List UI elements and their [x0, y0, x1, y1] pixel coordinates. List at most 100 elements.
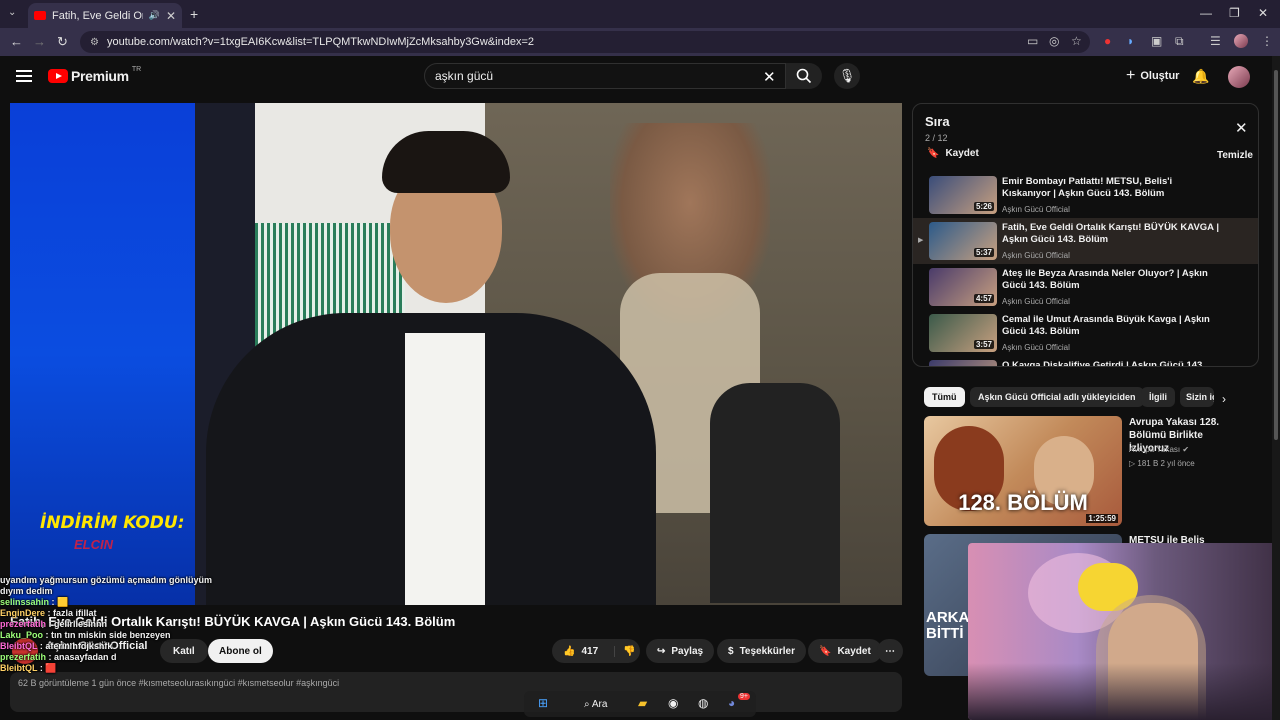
new-tab-icon[interactable]: + — [190, 6, 198, 22]
chat-username: prezerfatih — [0, 619, 47, 629]
queue-item-channel[interactable]: Aşkın Gücü Official — [1002, 343, 1070, 352]
queue-item[interactable]: 3:57 Cemal ile Umut Arasında Büyük Kavga … — [913, 310, 1258, 356]
filter-chip[interactable]: İlgili — [1141, 387, 1175, 407]
site-info-icon[interactable]: ⚙ — [90, 37, 99, 48]
rec-channel[interactable]: Avrupa Yakası ✔ — [1129, 445, 1189, 454]
queue-thumbnail[interactable]: 5:37 — [929, 222, 997, 260]
search-input[interactable]: aşkın gücü — [424, 63, 786, 89]
tab-search-icon[interactable]: ⌄ — [8, 7, 16, 18]
url-text: youtube.com/watch?v=1txgEAI6Kcw&list=TLP… — [106, 36, 534, 48]
queue-item-title[interactable]: O Kavga Diskalifiye Getirdi | Aşkın Gücü… — [1002, 360, 1222, 366]
share-icon: ↪ — [657, 645, 666, 657]
queue-clear-button[interactable]: Temizle — [1217, 150, 1253, 161]
reload-icon[interactable]: ↻ — [57, 34, 68, 50]
queue-item[interactable]: 5:26 Emir Bombayı Patlattı! METSU, Belis'… — [913, 172, 1258, 218]
video-player[interactable]: İNDİRİM KODU: ELCIN — [10, 103, 902, 605]
share-button[interactable]: ↪ Paylaş — [646, 639, 715, 663]
eye-off-icon[interactable]: ◎ — [1049, 34, 1059, 48]
audio-playing-icon[interactable]: 🔊 — [149, 10, 160, 21]
address-bar[interactable]: ⚙ youtube.com/watch?v=1txgEAI6Kcw&list=T… — [80, 31, 1090, 53]
search-button[interactable] — [786, 63, 822, 89]
voice-search-button[interactable]: 🎙 — [834, 63, 860, 89]
account-avatar[interactable] — [1228, 66, 1250, 88]
like-count[interactable]: 417 — [581, 646, 598, 657]
clear-search-icon[interactable]: ✕ — [763, 68, 776, 86]
queue-close-icon[interactable]: ✕ — [1235, 119, 1248, 137]
chat-message: prezerfatih : anasayfadan d — [0, 652, 420, 663]
reading-list-icon[interactable]: ☰ — [1210, 34, 1221, 48]
chat-message: dıyım dedim — [0, 586, 420, 597]
queue-duration: 5:37 — [973, 248, 994, 257]
close-tab-icon[interactable]: ✕ — [166, 9, 176, 23]
queue-thumbnail[interactable] — [929, 360, 997, 366]
back-icon[interactable]: ← — [10, 34, 23, 49]
minimize-icon[interactable]: — — [1200, 6, 1212, 20]
queue-item-title[interactable]: Ateş ile Beyza Arasında Neler Oluyor? | … — [1002, 268, 1222, 292]
scrollbar-thumb[interactable] — [1274, 70, 1278, 440]
chrome-icon[interactable]: ◉ — [668, 696, 678, 710]
dislike-icon[interactable]: 👎 — [614, 645, 636, 657]
rec-thumbnail[interactable]: 128. BÖLÜM 1:25:59 — [924, 416, 1122, 526]
save-button[interactable]: 🔖 Kaydet — [808, 639, 882, 663]
queue-thumbnail[interactable]: 3:57 — [929, 314, 997, 352]
extensions-puzzle-icon[interactable]: ⧉ — [1175, 34, 1184, 49]
hamburger-menu-icon[interactable] — [16, 70, 32, 82]
create-button[interactable]: + Oluştur — [1118, 64, 1187, 88]
discord-icon[interactable]: ◕ — [728, 696, 735, 710]
youtube-premium-logo[interactable]: Premium TR — [48, 65, 142, 84]
queue-save-label: Kaydet — [945, 148, 979, 159]
queue-item-channel[interactable]: Aşkın Gücü Official — [1002, 251, 1070, 260]
queue-item-channel[interactable]: Aşkın Gücü Official — [1002, 297, 1070, 306]
like-icon[interactable]: 👍 — [563, 646, 575, 657]
notifications-bell-icon[interactable]: 🔔 — [1192, 68, 1209, 85]
video-man-hair — [382, 131, 510, 193]
like-dislike-group: 👍 417 👎 — [552, 639, 640, 663]
filter-chip[interactable]: Tümü — [924, 387, 965, 407]
plus-icon: + — [1126, 67, 1136, 84]
extension-blue-icon[interactable]: ◗ — [1127, 34, 1134, 48]
browser-menu-icon[interactable]: ⋮ — [1261, 34, 1273, 48]
chat-text: : tın tın miskin side benzeyen — [45, 630, 171, 640]
queue-item-channel[interactable]: Aşkın Gücü Official — [1002, 205, 1070, 214]
obs-icon[interactable]: ◍ — [698, 696, 708, 710]
queue-item[interactable]: O Kavga Diskalifiye Getirdi | Aşkın Gücü… — [913, 356, 1258, 366]
chat-message: selinssahin : 🟨 — [0, 597, 420, 608]
queue-item[interactable]: ▶ 5:37 Fatih, Eve Geldi Ortalık Karıştı! B… — [913, 218, 1258, 264]
cast-icon[interactable]: ▭ — [1027, 34, 1038, 48]
forward-icon[interactable]: → — [33, 34, 46, 49]
chips-next-icon[interactable]: › — [1222, 392, 1226, 406]
thanks-button[interactable]: $ Teşekkürler — [717, 639, 806, 663]
thanks-label: Teşekkürler — [739, 645, 795, 657]
queue-item-title[interactable]: Cemal ile Umut Arasında Büyük Kavga | Aş… — [1002, 314, 1222, 338]
windows-start-icon[interactable]: ⊞ — [538, 696, 548, 710]
profile-avatar[interactable] — [1234, 34, 1248, 48]
restore-icon[interactable]: ❐ — [1229, 6, 1240, 20]
filter-chip[interactable]: Aşkın Gücü Official adlı yükleyiciden — [970, 387, 1144, 407]
queue-item-title[interactable]: Emir Bombayı Patlattı! METSU, Belis'i Kı… — [1002, 176, 1222, 200]
more-actions-button[interactable]: ⋯ — [877, 639, 903, 663]
queue-thumbnail[interactable]: 5:26 — [929, 176, 997, 214]
filter-chip[interactable]: Sizin için — [1180, 387, 1214, 407]
video-background-person-2 — [710, 383, 840, 603]
bookmark-star-icon[interactable]: ☆ — [1071, 34, 1082, 48]
webcam-overlay — [968, 543, 1280, 720]
logo-region: TR — [131, 65, 142, 73]
queue-thumbnail[interactable]: 4:57 — [929, 268, 997, 306]
youtube-play-icon — [48, 69, 68, 83]
chat-username: selinssahin — [0, 597, 50, 607]
extension-red-icon[interactable]: ● — [1104, 34, 1111, 48]
logo-text: Premium — [71, 68, 129, 84]
mic-icon: 🎙 — [838, 68, 856, 83]
search-query: aşkın gücü — [435, 69, 494, 83]
browser-tab[interactable]: Fatih, Eve Geldi Ortalık Karış 🔊 ✕ — [28, 3, 182, 28]
extension-dark-icon[interactable]: ▣ — [1151, 34, 1162, 48]
queue-item-title[interactable]: Fatih, Eve Geldi Ortalık Karıştı! BÜYÜK … — [1002, 222, 1222, 246]
queue-save-button[interactable]: 🔖 Kaydet — [927, 148, 979, 159]
file-explorer-icon[interactable]: ▰ — [638, 696, 647, 710]
queue-duration: 4:57 — [973, 294, 994, 303]
chat-username: Laku_Poo — [0, 630, 44, 640]
close-window-icon[interactable]: ✕ — [1258, 6, 1268, 20]
queue-item[interactable]: 4:57 Ateş ile Beyza Arasında Neler Oluyor… — [913, 264, 1258, 310]
queue-duration: 5:26 — [973, 202, 994, 211]
taskbar-search[interactable]: ⌕ Ara — [584, 699, 607, 710]
